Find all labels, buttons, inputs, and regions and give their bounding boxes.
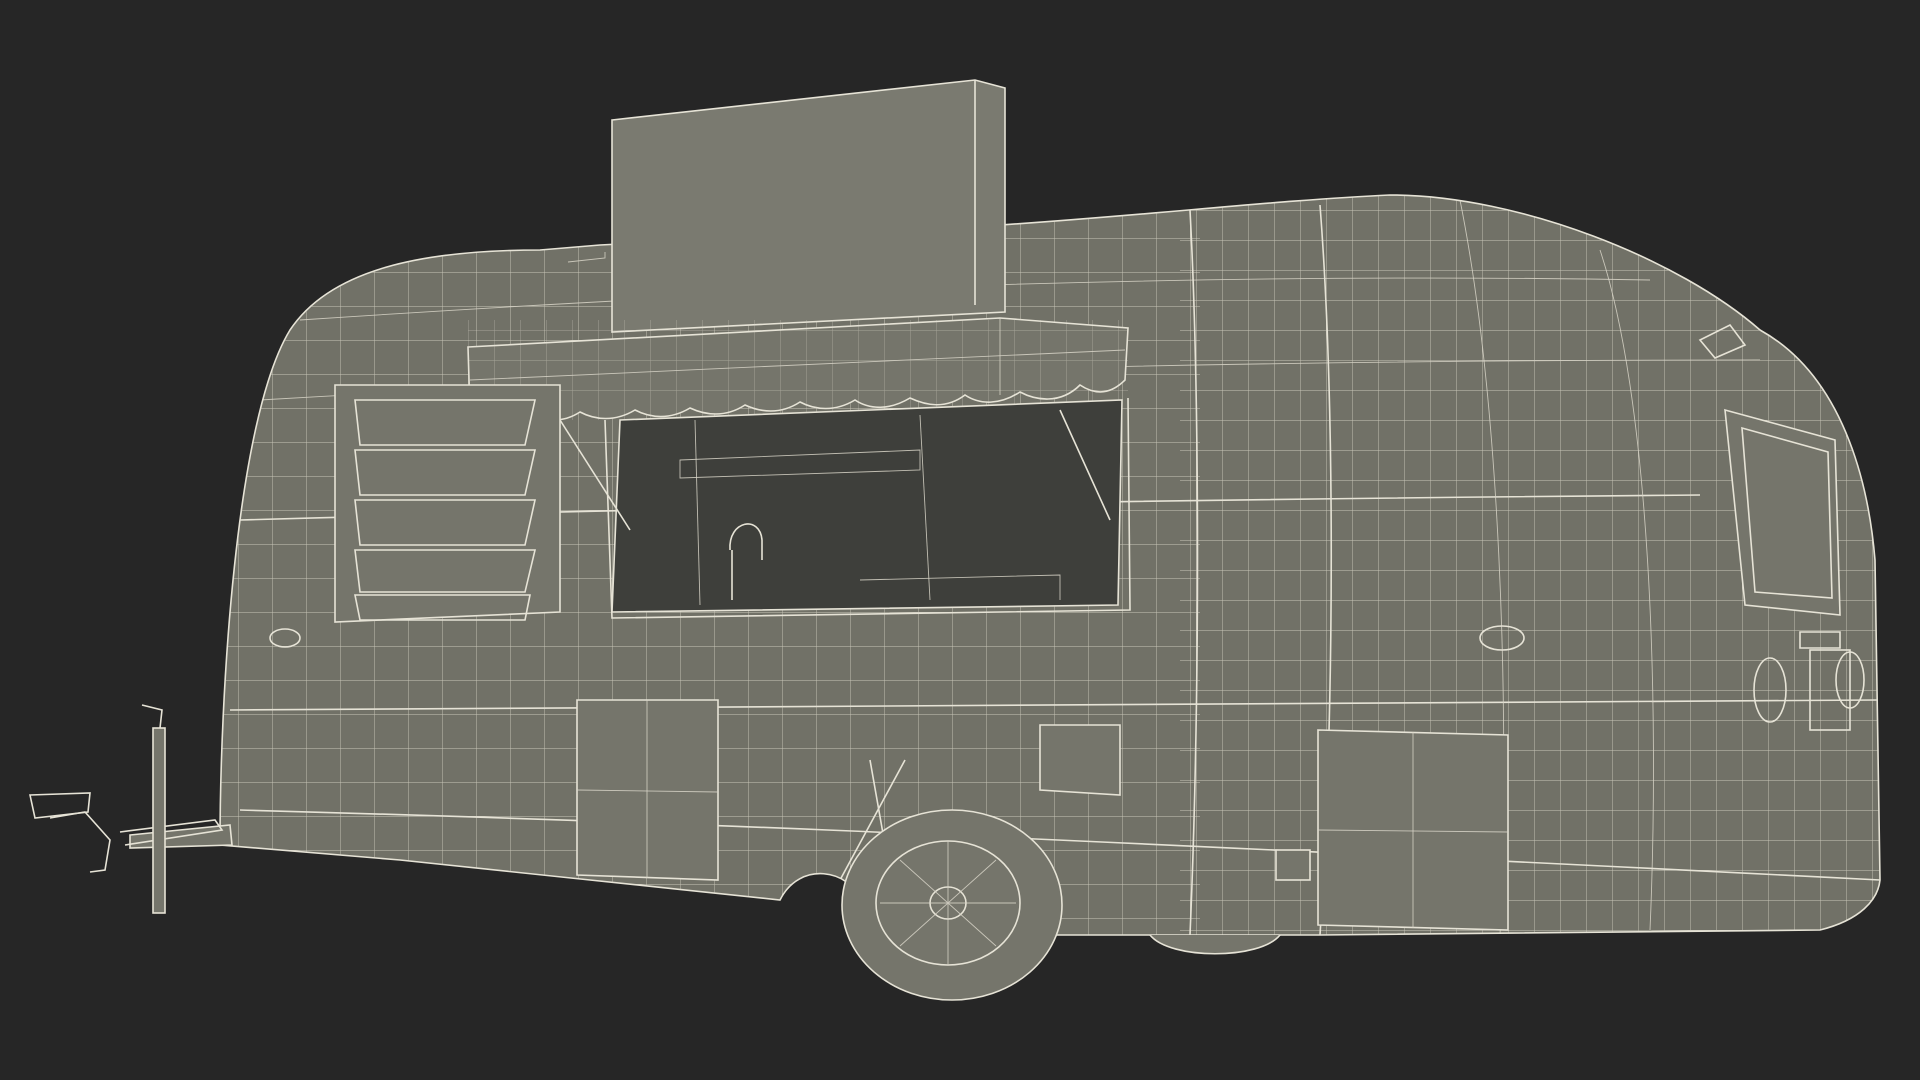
small-vent [1275, 849, 1311, 881]
front-storage-hatch [576, 699, 719, 881]
roof-sign-board [567, 79, 1006, 333]
mid-access-panel [1039, 724, 1121, 796]
tongue-jack [141, 704, 166, 914]
main-wheel [841, 809, 1063, 1001]
rear-window [1724, 408, 1841, 616]
serving-window [559, 397, 1131, 619]
rear-storage-hatch [1317, 729, 1509, 931]
tow-hitch [29, 792, 233, 873]
rear-wheel [1149, 934, 1281, 955]
render-viewport [0, 0, 1920, 1080]
trailer-wireframe-render [29, 79, 1881, 1001]
louvered-window [334, 384, 561, 623]
